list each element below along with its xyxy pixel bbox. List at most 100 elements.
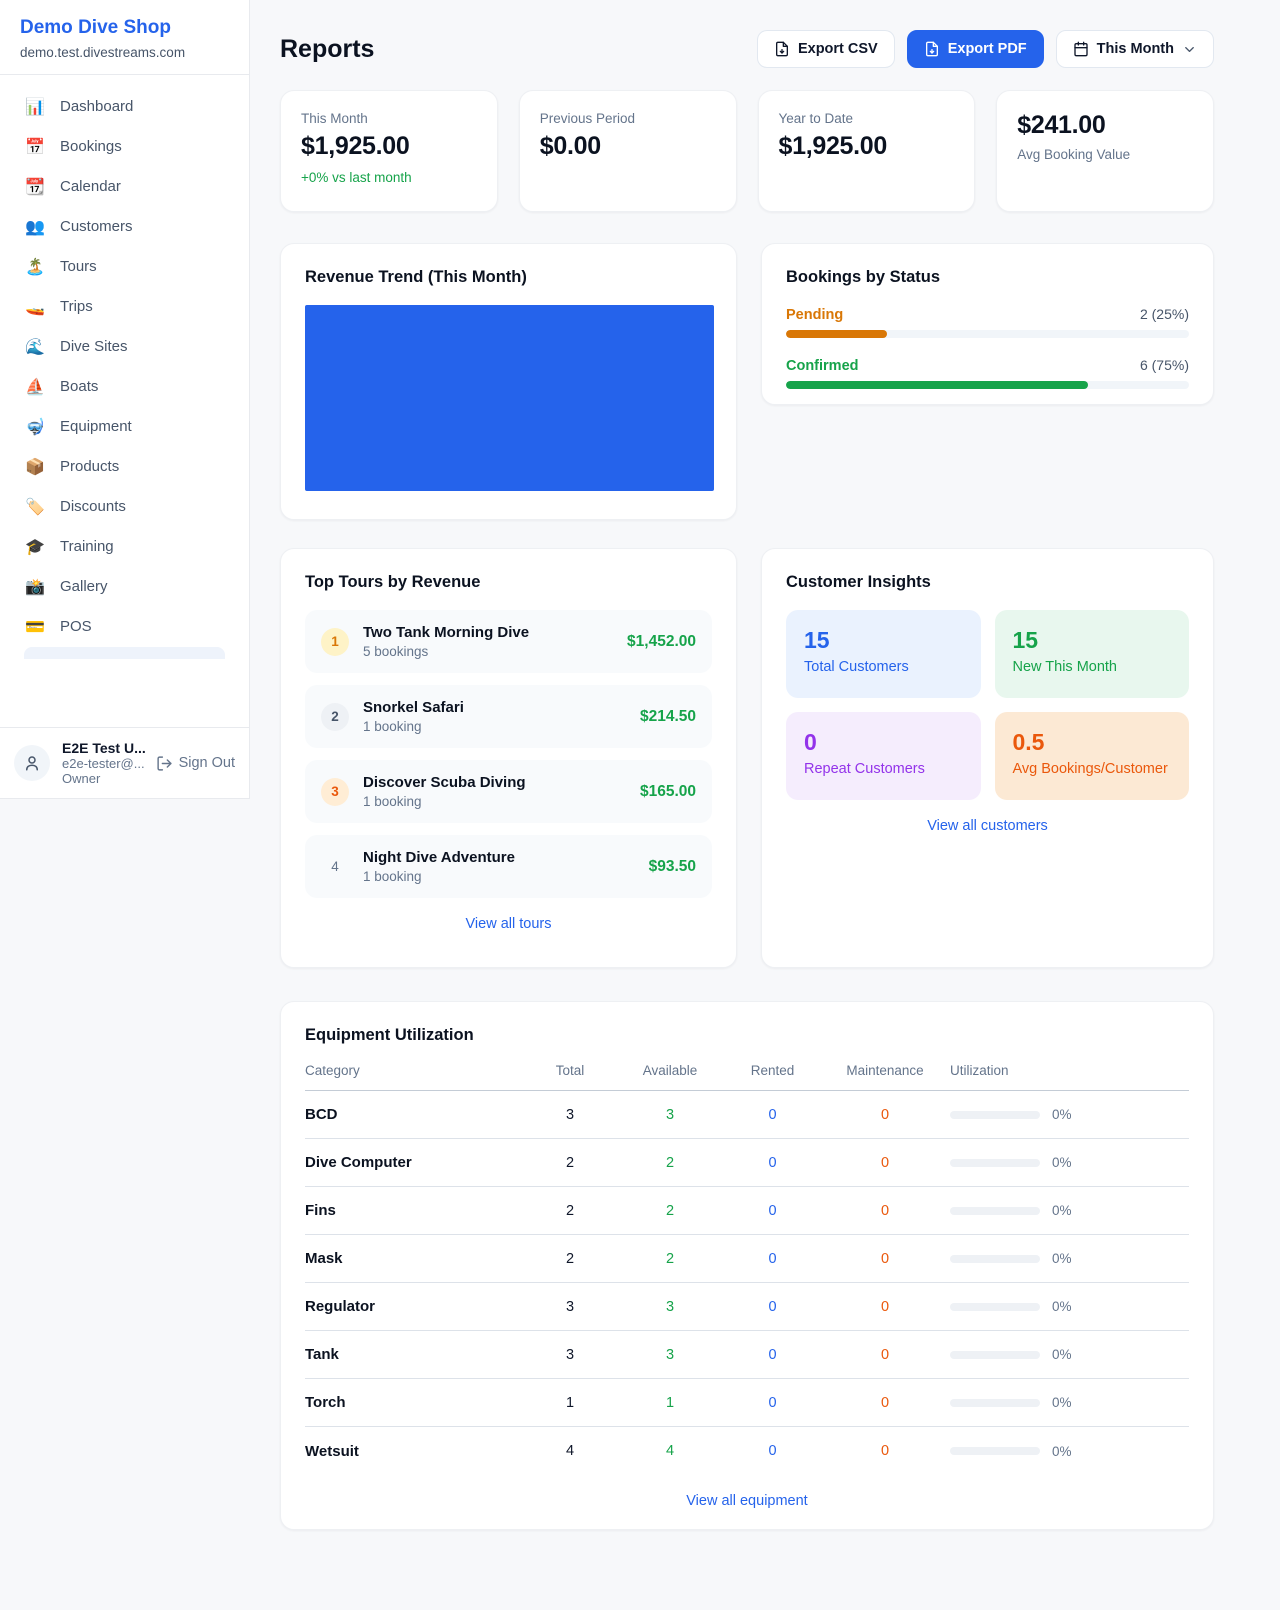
equipment-total: 3 [525, 1107, 615, 1123]
sidebar-item-label: Boats [60, 378, 98, 395]
user-name: E2E Test U... [62, 740, 144, 756]
sign-out-button[interactable]: Sign Out [156, 755, 235, 772]
tour-revenue: $1,452.00 [627, 633, 696, 651]
tour-bookings: 1 booking [363, 869, 635, 884]
status-count: 2 (25%) [1140, 306, 1189, 322]
stat-label: Avg Booking Value [1017, 147, 1193, 162]
sidebar-item-label: Products [60, 458, 119, 475]
sidebar-item-gallery[interactable]: 📸 Gallery [12, 567, 237, 607]
col-rented: Rented [725, 1063, 820, 1078]
customers-icon: 👥 [24, 217, 46, 237]
calendar-icon [1073, 41, 1089, 57]
progress-track [786, 381, 1189, 389]
stat-card-year-to-date: Year to Date $1,925.00 [758, 90, 976, 212]
tour-row: 2 Snorkel Safari 1 booking $214.50 [305, 685, 712, 748]
equipment-rented: 0 [725, 1443, 820, 1459]
export-pdf-button[interactable]: Export PDF [907, 30, 1044, 68]
sidebar-item-customers[interactable]: 👥 Customers [12, 207, 237, 247]
boats-icon: ⛵ [24, 377, 46, 397]
tour-bookings: 1 booking [363, 794, 626, 809]
bookings-by-status-title: Bookings by Status [786, 268, 1189, 287]
sidebar-item-discounts[interactable]: 🏷️ Discounts [12, 487, 237, 527]
status-label: Confirmed [786, 358, 859, 374]
view-all-equipment-link[interactable]: View all equipment [305, 1493, 1189, 1509]
utilization-text: 0% [1052, 1251, 1072, 1266]
stats-row: This Month $1,925.00 +0% vs last month P… [280, 90, 1214, 212]
sidebar-item-bookings[interactable]: 📅 Bookings [12, 127, 237, 167]
col-utilization: Utilization [950, 1063, 1189, 1078]
user-role: Owner [62, 771, 144, 786]
export-csv-button[interactable]: Export CSV [757, 30, 895, 68]
sidebar-item-training[interactable]: 🎓 Training [12, 527, 237, 567]
sidebar-item-label: Bookings [60, 138, 122, 155]
equipment-rented: 0 [725, 1251, 820, 1267]
equipment-maintenance: 0 [820, 1107, 950, 1123]
tour-revenue: $93.50 [649, 858, 696, 876]
status-count: 6 (75%) [1140, 357, 1189, 373]
brand[interactable]: Demo Dive Shop demo.test.divestreams.com [0, 0, 249, 75]
utilization-text: 0% [1052, 1444, 1072, 1459]
main-content: Reports Export CSV Export PDF This Month [280, 0, 1214, 1530]
equipment-available: 4 [615, 1443, 725, 1459]
table-row: Tank 3 3 0 0 0% [305, 1331, 1189, 1379]
stat-card-avg-booking-value: $241.00 Avg Booking Value [996, 90, 1214, 212]
period-dropdown[interactable]: This Month [1056, 30, 1214, 68]
equipment-utilization: 0% [950, 1299, 1189, 1314]
rank-badge: 2 [321, 703, 349, 731]
equipment-total: 2 [525, 1155, 615, 1171]
calendar-icon: 📆 [24, 177, 46, 197]
customer-insights-panel: Customer Insights 15 Total Customers 15 … [761, 548, 1214, 968]
utilization-bar [950, 1255, 1040, 1263]
equipment-utilization: 0% [950, 1395, 1189, 1410]
header-actions: Export CSV Export PDF This Month [757, 30, 1214, 68]
bookings-by-status-panel: Bookings by Status Pending 2 (25%) Confi… [761, 243, 1214, 405]
sidebar-item-label: Training [60, 538, 114, 555]
sidebar-item-products[interactable]: 📦 Products [12, 447, 237, 487]
user-box: E2E Test U... e2e-tester@... Owner Sign … [0, 727, 249, 798]
tour-revenue: $165.00 [640, 783, 696, 801]
export-pdf-label: Export PDF [948, 41, 1027, 57]
equipment-rented: 0 [725, 1347, 820, 1363]
stat-value: $1,925.00 [779, 132, 955, 161]
tile-value: 15 [1013, 627, 1172, 654]
equipment-total: 2 [525, 1203, 615, 1219]
sidebar-item-dashboard[interactable]: 📊 Dashboard [12, 87, 237, 127]
equipment-maintenance: 0 [820, 1155, 950, 1171]
sidebar-item-tours[interactable]: 🏝️ Tours [12, 247, 237, 287]
utilization-text: 0% [1052, 1395, 1072, 1410]
equipment-category: Mask [305, 1250, 525, 1267]
page-title: Reports [280, 35, 374, 64]
equipment-table-header: Category Total Available Rented Maintena… [305, 1063, 1189, 1091]
col-available: Available [615, 1063, 725, 1078]
sidebar-item-dive-sites[interactable]: 🌊 Dive Sites [12, 327, 237, 367]
sidebar-item-trips[interactable]: 🚤 Trips [12, 287, 237, 327]
equipment-maintenance: 0 [820, 1203, 950, 1219]
utilization-bar [950, 1351, 1040, 1359]
stat-label: Previous Period [540, 111, 716, 126]
insight-tiles: 15 Total Customers 15 New This Month 0 R… [786, 610, 1189, 800]
view-all-tours-link[interactable]: View all tours [305, 916, 712, 932]
sidebar-nav: 📊 Dashboard 📅 Bookings 📆 Calendar 👥 Cust… [0, 75, 249, 727]
tile-label: Repeat Customers [804, 761, 963, 777]
stat-label: Year to Date [779, 111, 955, 126]
sidebar-item-label: Dashboard [60, 98, 133, 115]
status-row-confirmed: Confirmed 6 (75%) [786, 357, 1189, 389]
equipment-maintenance: 0 [820, 1347, 950, 1363]
sidebar-item-calendar[interactable]: 📆 Calendar [12, 167, 237, 207]
equipment-total: 3 [525, 1347, 615, 1363]
sidebar-item-label: Tours [60, 258, 97, 275]
table-row: Regulator 3 3 0 0 0% [305, 1283, 1189, 1331]
stat-card-previous-period: Previous Period $0.00 [519, 90, 737, 212]
tour-name: Two Tank Morning Dive [363, 624, 613, 641]
sidebar-item-reports-partial[interactable] [24, 647, 225, 659]
period-label: This Month [1097, 41, 1174, 57]
view-all-customers-link[interactable]: View all customers [786, 818, 1189, 834]
insight-tile-repeat-customers: 0 Repeat Customers [786, 712, 981, 800]
sidebar-item-boats[interactable]: ⛵ Boats [12, 367, 237, 407]
sidebar-item-pos[interactable]: 💳 POS [12, 607, 237, 647]
equipment-available: 1 [615, 1395, 725, 1411]
sidebar-item-equipment[interactable]: 🤿 Equipment [12, 407, 237, 447]
stat-value: $0.00 [540, 132, 716, 161]
insight-tile-new-this-month: 15 New This Month [995, 610, 1190, 698]
equipment-category: Fins [305, 1202, 525, 1219]
